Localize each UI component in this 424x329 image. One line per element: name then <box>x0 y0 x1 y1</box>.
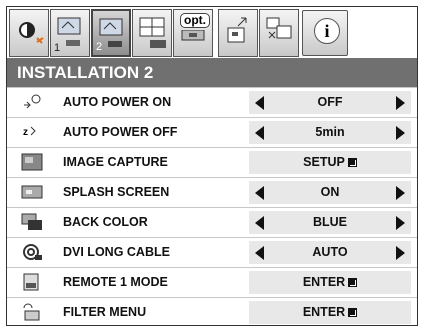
select-value: BLUE <box>312 215 348 229</box>
arrow-left-icon[interactable] <box>255 96 264 110</box>
arrow-right-icon[interactable] <box>396 216 405 230</box>
tab-installation-1[interactable]: 1 <box>50 9 90 57</box>
back-color-icon <box>21 213 42 230</box>
row-splash-screen[interactable]: SPLASH SCREEN ON <box>7 177 417 207</box>
select-value: 5min <box>315 125 345 139</box>
row-label: AUTO POWER ON <box>63 95 172 109</box>
signal-icon <box>139 17 166 48</box>
row-label: IMAGE CAPTURE <box>63 155 168 169</box>
arrow-right-icon[interactable] <box>396 246 405 260</box>
arrow-left-icon[interactable] <box>255 126 264 140</box>
menu-tab-bar: 1 2 opt. i <box>7 7 417 58</box>
tab-picture[interactable] <box>9 9 49 57</box>
splash-screen-select[interactable]: ON <box>249 181 411 204</box>
tab-installation-2[interactable]: 2 <box>91 9 131 57</box>
remote-mode-icon <box>23 273 39 291</box>
select-value: AUTO <box>312 245 348 259</box>
button-value: ENTER <box>302 275 346 289</box>
filter-menu-icon <box>23 303 40 321</box>
arrow-right-icon[interactable] <box>396 126 405 140</box>
tab-number: 2 <box>96 41 103 53</box>
input-icon <box>227 17 247 43</box>
back-color-select[interactable]: BLUE <box>249 211 411 234</box>
image-capture-icon <box>21 153 43 171</box>
brightness-icon <box>19 22 44 44</box>
select-value: ON <box>320 185 340 199</box>
tab-input[interactable] <box>218 9 258 57</box>
tab-option[interactable]: opt. <box>173 9 213 57</box>
image-adjust-icon <box>266 17 292 39</box>
tab-information[interactable]: i <box>302 10 348 56</box>
image-capture-setup-button[interactable]: SETUP <box>249 151 411 174</box>
tab-image-adjust[interactable] <box>259 9 299 57</box>
auto-power-on-select[interactable]: OFF <box>249 91 411 114</box>
remote-1-mode-enter-button[interactable]: ENTER <box>249 271 411 294</box>
select-value: OFF <box>317 95 343 109</box>
arrow-right-icon[interactable] <box>396 96 405 110</box>
row-dvi-long-cable[interactable]: DVI LONG CABLE AUTO <box>7 237 417 267</box>
row-label: FILTER MENU <box>63 305 147 319</box>
auto-power-off-select[interactable]: 5min <box>249 121 411 144</box>
arrow-right-icon[interactable] <box>396 186 405 200</box>
dvi-cable-icon <box>23 244 42 260</box>
button-value: SETUP <box>303 155 345 169</box>
row-label: DVI LONG CABLE <box>63 245 170 259</box>
enter-icon <box>348 308 358 317</box>
dvi-long-cable-select[interactable]: AUTO <box>249 241 411 264</box>
installation-menu: 1 2 opt. i INSTALLATION 2 AUTO POWER ON … <box>6 6 418 326</box>
enter-icon <box>348 278 358 287</box>
svg-text:z: z <box>23 127 28 138</box>
row-label: AUTO POWER OFF <box>63 125 178 139</box>
row-image-capture[interactable]: IMAGE CAPTURE SETUP <box>7 147 417 177</box>
filter-menu-enter-button[interactable]: ENTER <box>249 301 411 324</box>
splash-screen-icon <box>21 185 43 199</box>
info-icon: i <box>314 18 340 44</box>
menu-title: INSTALLATION 2 <box>7 58 417 87</box>
row-label: SPLASH SCREEN <box>63 185 170 199</box>
row-auto-power-off[interactable]: z AUTO POWER OFF 5min <box>7 117 417 147</box>
row-label: BACK COLOR <box>63 215 148 229</box>
tab-signal[interactable] <box>132 9 172 57</box>
tab-number: 1 <box>54 42 61 54</box>
arrow-left-icon[interactable] <box>255 246 264 260</box>
arrow-left-icon[interactable] <box>255 186 264 200</box>
arrow-left-icon[interactable] <box>255 216 264 230</box>
installation-1-icon <box>57 17 81 46</box>
enter-icon <box>347 158 357 167</box>
auto-power-on-icon <box>24 94 41 109</box>
row-back-color[interactable]: BACK COLOR BLUE <box>7 207 417 237</box>
row-label: REMOTE 1 MODE <box>63 275 168 289</box>
auto-power-off-icon: z <box>23 126 36 138</box>
button-value: ENTER <box>302 305 346 319</box>
installation-2-icon <box>99 18 123 47</box>
row-filter-menu[interactable]: FILTER MENU ENTER <box>7 297 417 325</box>
option-label: opt. <box>180 13 210 28</box>
row-auto-power-on[interactable]: AUTO POWER ON OFF <box>7 87 417 117</box>
row-remote-1-mode[interactable]: REMOTE 1 MODE ENTER <box>7 267 417 297</box>
